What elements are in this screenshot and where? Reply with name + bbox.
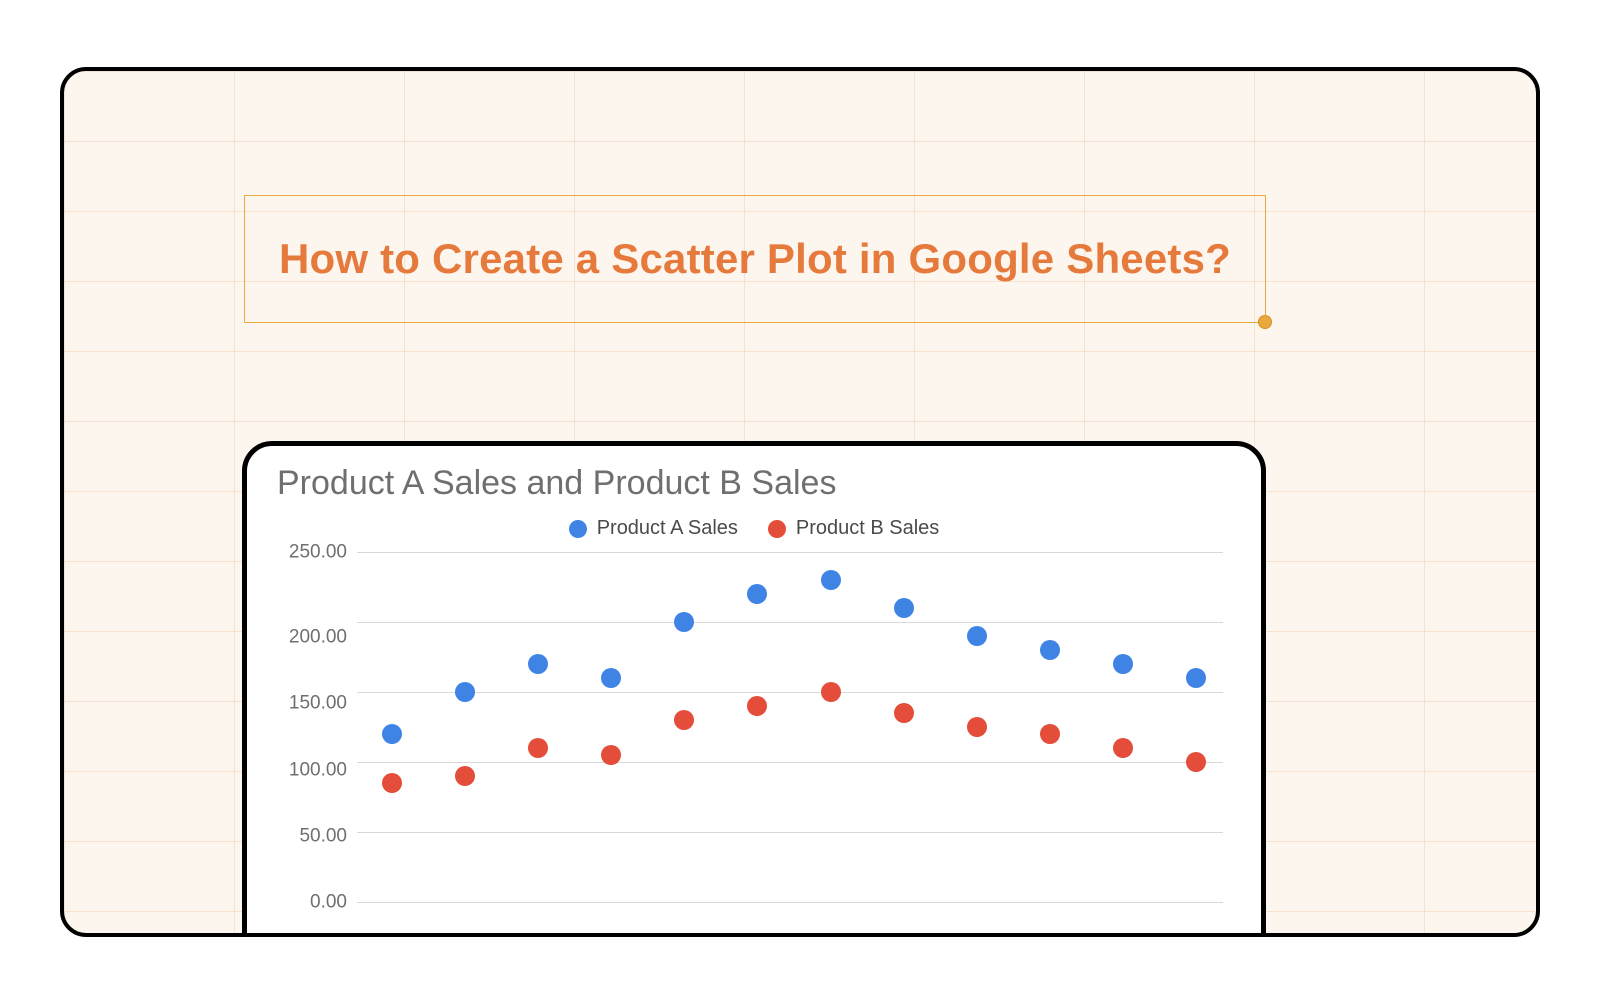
outer-frame: How to Create a Scatter Plot in Google S…	[60, 67, 1540, 937]
legend-label-a: Product A Sales	[597, 517, 738, 540]
y-tick-label: 100.00	[277, 760, 347, 779]
point-series-a	[967, 626, 987, 646]
point-series-b	[528, 738, 548, 758]
point-series-a	[1186, 668, 1206, 688]
point-series-a	[747, 584, 767, 604]
y-axis-labels: 250.00200.00150.00100.0050.000.00	[277, 552, 357, 902]
legend-dot-b-icon	[768, 520, 786, 538]
point-series-b	[967, 717, 987, 737]
point-series-a	[382, 724, 402, 744]
legend-item-b: Product B Sales	[768, 517, 939, 540]
plot-area	[357, 552, 1231, 902]
y-tick-label: 200.00	[277, 628, 347, 647]
point-series-b	[601, 745, 621, 765]
page-title: How to Create a Scatter Plot in Google S…	[279, 235, 1231, 283]
legend-label-b: Product B Sales	[796, 517, 939, 540]
point-series-b	[1113, 738, 1133, 758]
grid-line	[357, 622, 1223, 623]
point-series-a	[455, 682, 475, 702]
point-series-b	[1040, 724, 1060, 744]
point-series-a	[1040, 640, 1060, 660]
point-series-b	[821, 682, 841, 702]
point-series-b	[455, 766, 475, 786]
chart-title: Product A Sales and Product B Sales	[277, 464, 1231, 503]
legend-dot-a-icon	[569, 520, 587, 538]
point-series-b	[1186, 752, 1206, 772]
plot-wrap: 250.00200.00150.00100.0050.000.00	[277, 552, 1231, 902]
point-series-b	[674, 710, 694, 730]
grid-line	[357, 762, 1223, 763]
grid-line	[357, 692, 1223, 693]
point-series-b	[382, 773, 402, 793]
chart-frame: Product A Sales and Product B Sales Prod…	[242, 441, 1266, 937]
grid-line	[357, 552, 1223, 553]
y-tick-label: 50.00	[277, 826, 347, 845]
point-series-b	[894, 703, 914, 723]
point-series-b	[747, 696, 767, 716]
grid-line	[357, 902, 1223, 903]
y-tick-label: 0.00	[277, 892, 347, 911]
y-tick-label: 150.00	[277, 694, 347, 713]
chart-legend: Product A Sales Product B Sales	[277, 517, 1231, 540]
title-cell[interactable]: How to Create a Scatter Plot in Google S…	[244, 195, 1266, 323]
point-series-a	[1113, 654, 1133, 674]
point-series-a	[674, 612, 694, 632]
point-series-a	[821, 570, 841, 590]
point-series-a	[894, 598, 914, 618]
y-tick-label: 250.00	[277, 543, 347, 562]
legend-item-a: Product A Sales	[569, 517, 738, 540]
point-series-a	[528, 654, 548, 674]
point-series-a	[601, 668, 621, 688]
grid-line	[357, 832, 1223, 833]
